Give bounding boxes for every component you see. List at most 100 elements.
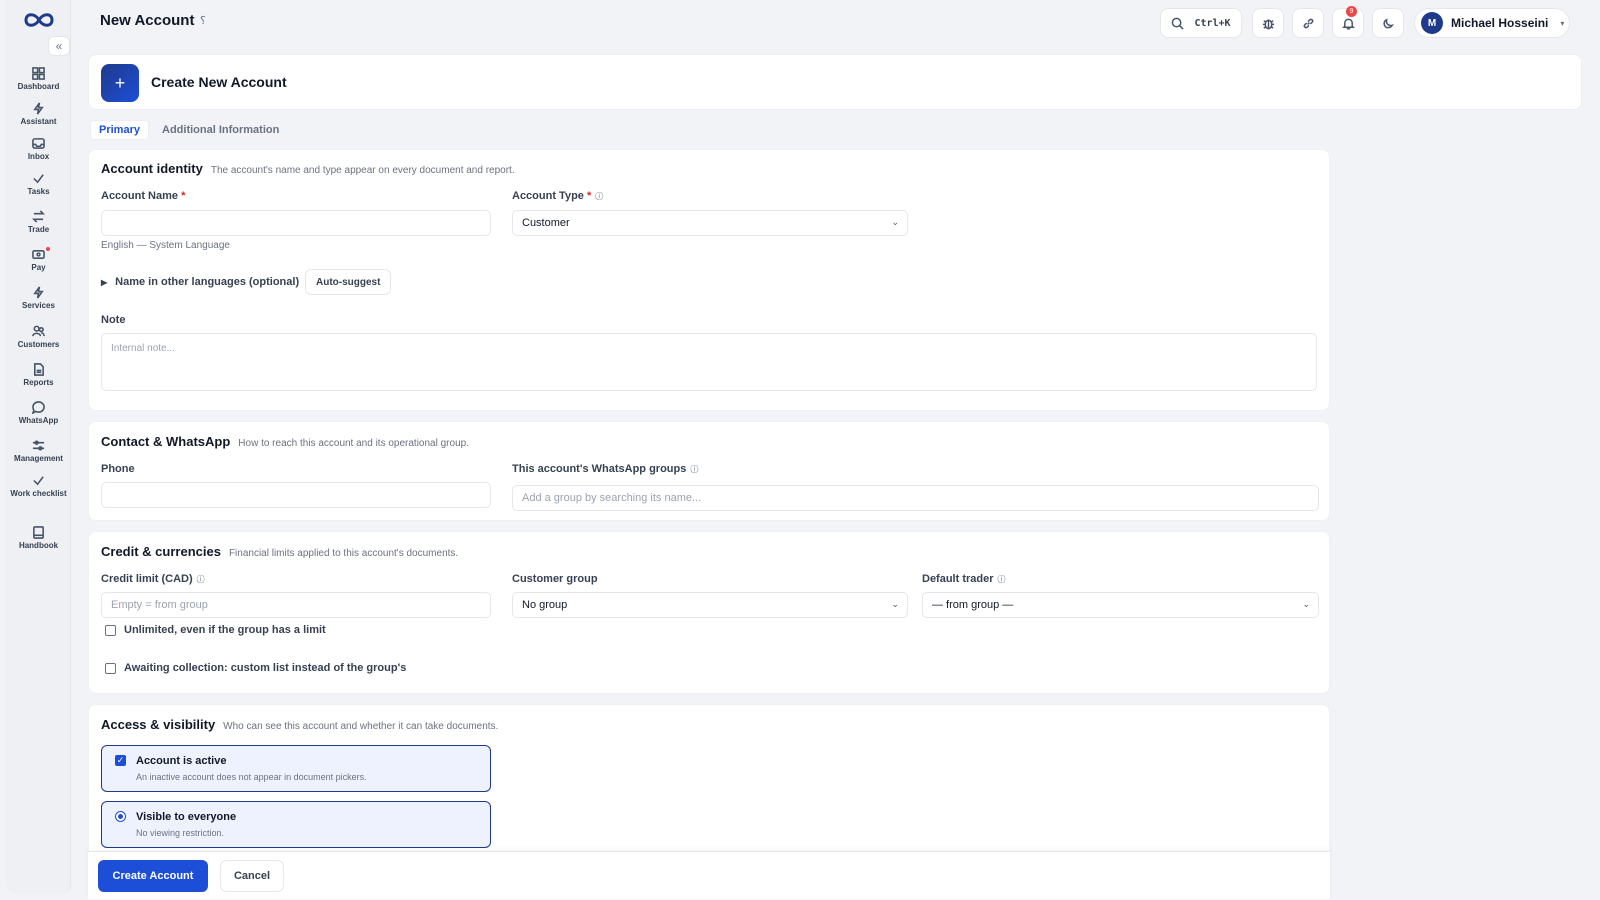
bell-icon [1341, 18, 1355, 30]
bolt-icon [33, 102, 44, 115]
account-active-title: Account is active [136, 755, 227, 767]
sidebar-item-label: Assistant [20, 117, 57, 126]
note-label: Note [101, 314, 126, 326]
collapse-sidebar-button[interactable]: « [48, 36, 70, 56]
book-icon [33, 526, 44, 539]
check-icon [33, 476, 44, 486]
visible-everyone-title: Visible to everyone [136, 811, 237, 823]
visible-everyone-option[interactable]: Visible to everyone No viewing restricti… [101, 801, 491, 848]
other-languages-label: Name in other languages (optional) [115, 276, 300, 288]
info-icon[interactable]: ⓘ [595, 192, 603, 201]
sidebar-item-dashboard[interactable]: Dashboard [6, 67, 71, 101]
contact-whatsapp-section: Contact & WhatsApp How to reach this acco… [88, 421, 1330, 521]
label-text: Default trader [922, 573, 994, 585]
create-account-button[interactable]: Create Account [98, 860, 208, 892]
section-title: Credit & currencies Financial limits appl… [101, 544, 458, 559]
sidebar-item-customers[interactable]: Customers [6, 325, 71, 359]
notifications-button[interactable]: 9 [1332, 6, 1364, 38]
sidebar-item-reports[interactable]: Reports [6, 363, 71, 397]
notifications-badge: 9 [1346, 6, 1357, 17]
link-button[interactable] [1292, 8, 1324, 38]
logo-icon[interactable] [22, 10, 56, 30]
form-actions: Create Account Cancel [88, 851, 1330, 899]
info-icon[interactable]: ⓘ [998, 575, 1006, 584]
account-active-option[interactable]: ✓ Account is active An inactive account … [101, 745, 491, 792]
default-trader-select[interactable]: — from group — ⌄ [922, 592, 1319, 618]
search-button[interactable]: Ctrl+K [1160, 8, 1242, 38]
sidebar-item-label: Services [22, 301, 55, 310]
chat-icon [32, 401, 45, 414]
sidebar-item-pay[interactable]: Pay [6, 247, 71, 282]
whatsapp-groups-label: This account's WhatsApp groups ⓘ [512, 463, 698, 475]
unlimited-checkbox-row[interactable]: Unlimited, even if the group has a limit [105, 624, 326, 636]
section-description: How to reach this account and its operat… [238, 438, 469, 449]
section-title: Contact & WhatsApp How to reach this acco… [101, 434, 469, 449]
tab-additional-information[interactable]: Additional Information [154, 120, 287, 140]
section-title-text: Account identity [101, 161, 203, 176]
dashboard-icon [32, 67, 45, 80]
bug-icon [1262, 19, 1274, 29]
phone-input[interactable] [101, 482, 491, 508]
sidebar-item-label: Inbox [27, 152, 50, 161]
topbar: New Account ⸮ Ctrl+K 9 M Michael Hossein… [72, 0, 1600, 44]
default-trader-label: Default trader ⓘ [922, 573, 1006, 585]
customer-group-label: Customer group [512, 573, 598, 585]
account-name-hint: English — System Language [101, 240, 230, 251]
credit-limit-input[interactable]: Empty = from group [101, 592, 491, 618]
sidebar-item-label: Handbook [18, 541, 59, 550]
phone-label: Phone [101, 463, 135, 475]
note-textarea[interactable]: Internal note... [101, 333, 1317, 391]
sidebar-item-handbook[interactable]: Handbook [6, 526, 71, 560]
form-title: Create New Account [151, 74, 287, 90]
unlimited-label: Unlimited, even if the group has a limit [124, 624, 326, 636]
cancel-button[interactable]: Cancel [220, 860, 284, 892]
sidebar-item-services[interactable]: Services [6, 286, 71, 320]
info-icon[interactable]: ⓘ [197, 575, 205, 584]
account-name-label: Account Name * [101, 190, 185, 202]
section-description: The account's name and type appear on ev… [210, 165, 515, 176]
section-title-text: Contact & WhatsApp [101, 434, 231, 449]
pin-icon[interactable]: ⸮ [200, 14, 206, 27]
other-languages-toggle[interactable]: ▶ Name in other languages (optional) [101, 276, 299, 288]
unlimited-checkbox[interactable] [105, 624, 116, 636]
account-name-input[interactable] [101, 210, 491, 236]
account-type-select[interactable]: Customer ⌄ [512, 210, 908, 236]
chevron-down-icon: ⌄ [891, 599, 899, 609]
whatsapp-groups-input[interactable]: Add a group by searching its name... [512, 485, 1319, 511]
user-menu-button[interactable]: M Michael Hosseini ▾ [1414, 8, 1570, 38]
users-icon [32, 325, 45, 337]
visible-everyone-description: No viewing restriction. [136, 828, 225, 838]
sidebar-item-whatsapp[interactable]: WhatsApp [6, 401, 71, 435]
account-active-checkbox[interactable]: ✓ [115, 755, 126, 766]
theme-toggle-button[interactable] [1372, 8, 1404, 38]
debug-button[interactable] [1252, 8, 1284, 38]
auto-suggest-button[interactable]: Auto-suggest [305, 269, 392, 295]
section-description: Financial limits applied to this account… [228, 548, 459, 559]
check-icon [33, 174, 44, 184]
sidebar-item-work-checklist[interactable]: Work checklist [6, 474, 71, 508]
required-mark: * [586, 190, 592, 202]
sidebar-item-label: Trade [27, 225, 50, 234]
section-title: Account identity The account's name and t… [101, 161, 515, 176]
info-icon[interactable]: ⓘ [690, 465, 698, 474]
sidebar-item-inbox[interactable]: Inbox [6, 137, 71, 171]
sidebar-item-trade[interactable]: Trade [6, 210, 71, 244]
sidebar-item-management[interactable]: Management [6, 439, 71, 473]
visible-everyone-radio[interactable] [115, 811, 126, 822]
moon-icon [1382, 18, 1394, 28]
pay-notification-dot [46, 247, 50, 251]
awaiting-collection-checkbox-row[interactable]: Awaiting collection: custom list instead… [105, 662, 406, 674]
inbox-icon [32, 138, 45, 149]
tab-primary[interactable]: Primary [90, 120, 149, 140]
customer-group-select[interactable]: No group ⌄ [512, 592, 908, 618]
sidebar-item-assistant[interactable]: Assistant [6, 102, 71, 136]
swap-icon [32, 210, 45, 223]
user-name: Michael Hosseini [1451, 16, 1549, 30]
link-icon [1303, 18, 1313, 28]
credit-limit-label: Credit limit (CAD) ⓘ [101, 573, 205, 585]
sidebar-item-tasks[interactable]: Tasks [6, 172, 71, 206]
label-text: Credit limit (CAD) [101, 573, 193, 585]
credit-currencies-section: Credit & currencies Financial limits appl… [88, 531, 1330, 694]
awaiting-collection-checkbox[interactable] [105, 662, 116, 674]
sidebar: « Dashboard Assistant Inbox Tasks Trade … [6, 0, 71, 894]
